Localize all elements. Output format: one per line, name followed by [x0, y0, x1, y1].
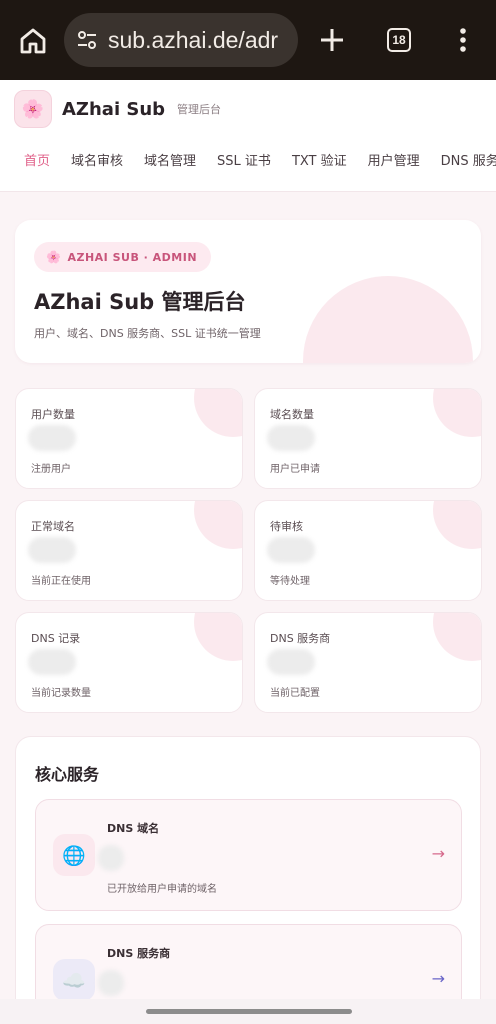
- stat-card-domains: 域名数量 用户已申请: [254, 388, 482, 489]
- admin-badge: 🌸 AZHAI SUB · ADMIN: [34, 242, 212, 272]
- service-value-redacted: [98, 845, 124, 871]
- stat-card-dns-providers: DNS 服务商 当前已配置: [254, 612, 482, 713]
- cloud-icon: ☁️: [53, 959, 95, 1001]
- stat-label: DNS 记录: [31, 632, 81, 645]
- stat-hint: 当前记录数量: [31, 688, 91, 699]
- site-settings-icon[interactable]: [76, 29, 98, 51]
- decorative-circle: [433, 613, 481, 661]
- service-name: DNS 域名: [107, 822, 160, 835]
- top-nav: 首页 域名审核 域名管理 SSL 证书 TXT 验证 用户管理 DNS 服务: [24, 150, 496, 169]
- arrow-right-icon[interactable]: →: [432, 844, 445, 863]
- decorative-circle: [194, 613, 242, 661]
- nav-item-domain-review[interactable]: 域名审核: [71, 150, 123, 169]
- admin-badge-label: AZHAI SUB · ADMIN: [67, 250, 198, 264]
- service-name: DNS 服务商: [107, 947, 171, 960]
- stat-value-redacted: [267, 537, 315, 563]
- stat-value-redacted: [28, 425, 76, 451]
- address-bar[interactable]: sub.azhai.de/adr: [64, 13, 298, 67]
- stat-hint: 注册用户: [31, 464, 71, 475]
- stat-card-pending: 待审核 等待处理: [254, 500, 482, 601]
- nav-item-domain-management[interactable]: 域名管理: [144, 150, 196, 169]
- decorative-circle: [194, 389, 242, 437]
- stat-value-redacted: [267, 425, 315, 451]
- stat-label: DNS 服务商: [270, 632, 331, 645]
- browser-toolbar: sub.azhai.de/adr 18: [0, 0, 496, 80]
- flower-icon: 🌸: [46, 250, 62, 264]
- page-description: 用户、域名、DNS 服务商、SSL 证书统一管理: [34, 327, 261, 340]
- more-menu-icon[interactable]: [455, 26, 471, 54]
- stat-hint: 用户已申请: [270, 464, 320, 475]
- nav-item-txt[interactable]: TXT 验证: [292, 150, 347, 169]
- arrow-right-icon[interactable]: →: [432, 969, 445, 988]
- service-description: 已开放给用户申请的域名: [107, 884, 217, 895]
- hero-card: 🌸 AZHAI SUB · ADMIN AZhai Sub 管理后台 用户、域名…: [15, 220, 481, 363]
- gesture-bar[interactable]: [146, 1009, 352, 1014]
- stat-label: 用户数量: [31, 408, 75, 421]
- nav-item-home[interactable]: 首页: [24, 150, 50, 169]
- core-services-panel: 核心服务 🌐 DNS 域名 已开放给用户申请的域名 → ☁️ DNS 服务商 →: [15, 736, 481, 1024]
- decorative-circle: [303, 276, 473, 363]
- decorative-circle: [194, 501, 242, 549]
- section-title: 核心服务: [35, 765, 100, 784]
- decorative-circle: [433, 501, 481, 549]
- service-card-dns-domains[interactable]: 🌐 DNS 域名 已开放给用户申请的域名 →: [35, 799, 462, 911]
- url-text: sub.azhai.de/adr: [108, 26, 279, 53]
- page-title: AZhai Sub 管理后台: [34, 290, 246, 314]
- stat-label: 正常域名: [31, 520, 75, 533]
- globe-icon: 🌐: [53, 834, 95, 876]
- stat-value-redacted: [267, 649, 315, 675]
- brand-subtitle: 管理后台: [177, 103, 222, 116]
- new-tab-icon[interactable]: [318, 26, 346, 54]
- stat-card-active-domains: 正常域名 当前正在使用: [15, 500, 243, 601]
- tab-switcher-icon[interactable]: 18: [387, 28, 411, 52]
- decorative-circle: [433, 389, 481, 437]
- home-icon[interactable]: [18, 26, 48, 56]
- stat-hint: 当前正在使用: [31, 576, 91, 587]
- service-value-redacted: [98, 970, 124, 996]
- stat-card-dns-records: DNS 记录 当前记录数量: [15, 612, 243, 713]
- stat-hint: 当前已配置: [270, 688, 320, 699]
- site-header: 🌸 AZhai Sub 管理后台 首页 域名审核 域名管理 SSL 证书 TXT…: [0, 80, 496, 192]
- nav-item-ssl[interactable]: SSL 证书: [217, 150, 271, 169]
- brand[interactable]: 🌸 AZhai Sub 管理后台: [14, 90, 221, 128]
- brand-name: AZhai Sub: [62, 98, 166, 120]
- nav-item-users[interactable]: 用户管理: [368, 150, 420, 169]
- stat-label: 待审核: [270, 520, 303, 533]
- stat-label: 域名数量: [270, 408, 314, 421]
- stat-card-users: 用户数量 注册用户: [15, 388, 243, 489]
- logo-icon: 🌸: [14, 90, 52, 128]
- nav-item-dns[interactable]: DNS 服务: [441, 150, 496, 169]
- stat-value-redacted: [28, 649, 76, 675]
- stat-value-redacted: [28, 537, 76, 563]
- stat-hint: 等待处理: [270, 576, 310, 587]
